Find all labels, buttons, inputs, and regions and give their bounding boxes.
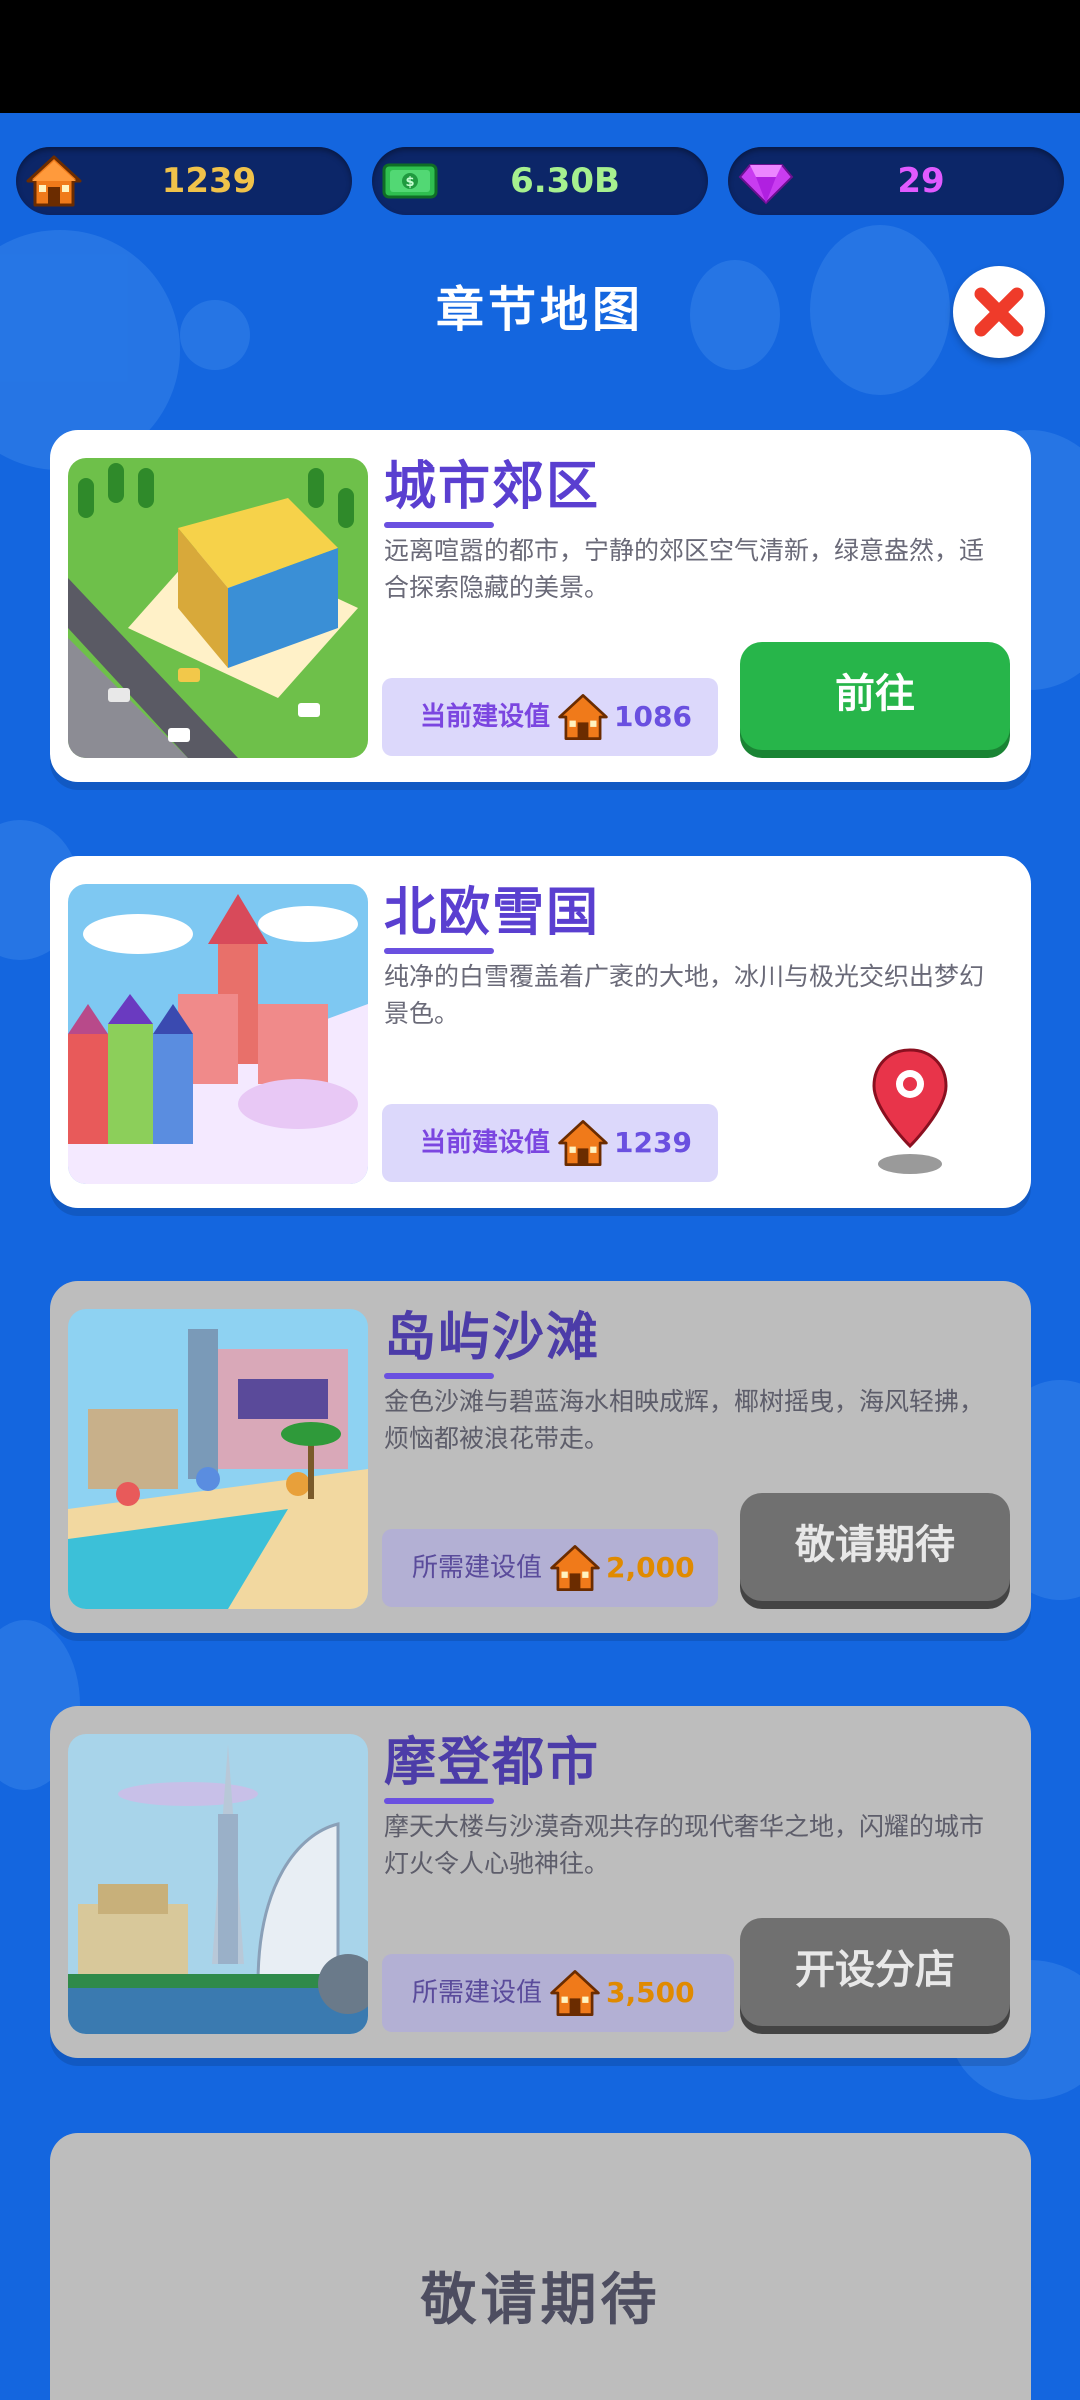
go-button[interactable]: 前往	[740, 642, 1010, 750]
build-value-label: 当前建设值	[420, 1128, 551, 1158]
status-bar	[0, 0, 1080, 113]
chapter-title: 摩登都市	[384, 1733, 601, 1793]
chapter-thumbnail	[68, 884, 368, 1184]
background-bubble	[810, 225, 950, 395]
chapter-map-screen: 1239 $ 6.30B 29 章节地图 城市郊区 远离喧嚣的都市，宁静的郊区空…	[0, 0, 1080, 2400]
chapter-description: 摩天大楼与沙漠奇观共存的现代奢华之地，闪耀的城市灯火令人心驰神往。	[384, 1812, 985, 1878]
house-icon	[558, 1120, 608, 1166]
gem-icon	[738, 164, 794, 205]
house-icon	[558, 694, 608, 740]
build-value: 2,000	[606, 1551, 695, 1584]
chapter-description: 远离喧嚣的都市，宁静的郊区空气清新，绿意盎然，适合探索隐藏的美景。	[384, 536, 985, 602]
coming-soon-label: 敬请期待	[420, 2268, 661, 2333]
chapter-description: 纯净的白雪覆盖着广袤的大地，冰川与极光交织出梦幻景色。	[384, 962, 985, 1028]
title-underline	[384, 1373, 494, 1379]
cash-counter: $ 6.30B	[372, 147, 708, 215]
coming-soon-card: 敬请期待	[50, 2133, 1031, 2400]
close-button[interactable]	[953, 266, 1045, 358]
cash-icon: $	[382, 163, 438, 199]
build-value-chip: 所需建设值 2,000	[382, 1529, 718, 1607]
page-title: 章节地图	[435, 282, 644, 338]
chapter-card-nordic[interactable]: 北欧雪国 纯净的白雪覆盖着广袤的大地，冰川与极光交织出梦幻景色。 当前建设值 1…	[50, 856, 1031, 1208]
chapter-description: 金色沙滩与碧蓝海水相映成辉，椰树摇曳，海风轻拂，烦恼都被浪花带走。	[384, 1387, 985, 1453]
background-bubble	[180, 300, 250, 370]
title-underline	[384, 1798, 494, 1804]
close-icon	[974, 287, 1024, 337]
chapter-title: 北欧雪国	[384, 883, 601, 943]
chapter-title: 岛屿沙滩	[384, 1308, 601, 1368]
chapter-card-suburb[interactable]: 城市郊区 远离喧嚣的都市，宁静的郊区空气清新，绿意盎然，适合探索隐藏的美景。 当…	[50, 430, 1031, 782]
build-value: 1239	[614, 1126, 692, 1159]
chapter-card-beach[interactable]: 岛屿沙滩 金色沙滩与碧蓝海水相映成辉，椰树摇曳，海风轻拂，烦恼都被浪花带走。 所…	[50, 1281, 1031, 1633]
open-branch-button[interactable]: 开设分店	[740, 1918, 1010, 2026]
chapter-title: 城市郊区	[384, 457, 601, 517]
build-value: 3,500	[606, 1976, 695, 2009]
title-underline	[384, 948, 494, 954]
cash-amount: 6.30B	[510, 161, 620, 201]
house-icon	[26, 155, 82, 207]
house-icon	[550, 1970, 600, 2016]
build-value-chip: 所需建设值 3,500	[382, 1954, 734, 2032]
chapter-thumbnail	[68, 1734, 368, 2034]
build-value-label: 当前建设值	[420, 702, 551, 732]
house-icon	[550, 1545, 600, 1591]
chapter-thumbnail	[68, 458, 368, 758]
build-value-label: 所需建设值	[412, 1553, 543, 1583]
build-value: 1086	[614, 700, 692, 733]
location-pin-icon	[872, 1048, 948, 1174]
gem-count: 29	[897, 161, 945, 201]
title-underline	[384, 522, 494, 528]
chapter-thumbnail	[68, 1309, 368, 1609]
build-value-chip: 当前建设值 1239	[382, 1104, 718, 1182]
build-value-label: 所需建设值	[412, 1978, 543, 2008]
build-value-chip: 当前建设值 1086	[382, 678, 718, 756]
chapter-card-modern-city[interactable]: 摩登都市 摩天大楼与沙漠奇观共存的现代奢华之地，闪耀的城市灯火令人心驰神往。 所…	[50, 1706, 1031, 2058]
svg-text:$: $	[405, 175, 414, 190]
house-counter: 1239	[16, 147, 352, 215]
coming-soon-button[interactable]: 敬请期待	[740, 1493, 1010, 1601]
house-count: 1239	[161, 161, 257, 201]
gem-counter: 29	[728, 147, 1064, 215]
